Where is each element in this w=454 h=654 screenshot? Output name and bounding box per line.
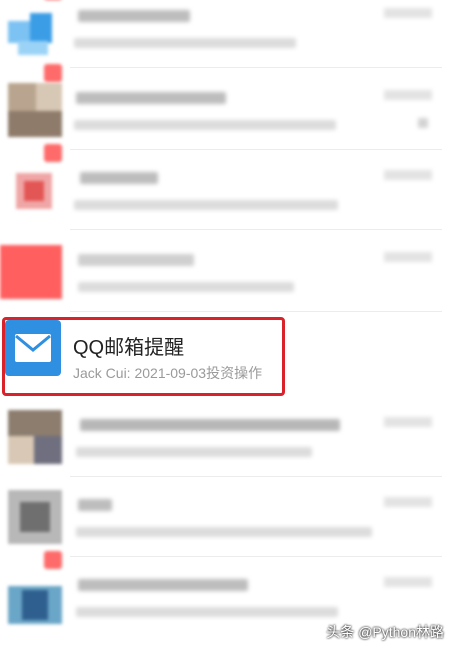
conversation-list: QQ邮箱提醒 Jack Cui: 2021-09-03投资操作 头条 @Pyth… — [0, 0, 454, 654]
list-item-blurred[interactable] — [0, 64, 454, 150]
avatar — [8, 570, 62, 624]
avatar — [8, 83, 62, 137]
avatar — [8, 490, 62, 544]
avatar — [0, 245, 62, 299]
list-item-blurred[interactable] — [0, 144, 454, 230]
list-item-blurred[interactable] — [0, 397, 454, 477]
avatar — [8, 1, 62, 55]
avatar — [8, 163, 62, 217]
unread-badge — [44, 64, 62, 82]
watermark: 头条 @Python林路 — [326, 624, 444, 640]
list-item-blurred[interactable] — [0, 0, 454, 68]
highlight-box — [2, 317, 285, 396]
list-item-blurred[interactable] — [0, 232, 454, 312]
unread-badge — [44, 144, 62, 162]
avatar — [8, 410, 62, 464]
list-item-blurred[interactable] — [0, 477, 454, 557]
unread-badge — [44, 551, 62, 569]
